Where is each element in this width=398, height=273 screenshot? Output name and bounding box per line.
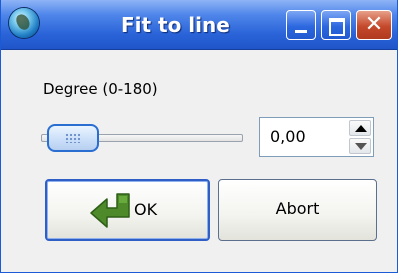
arrow-down-icon — [355, 143, 367, 150]
close-button[interactable]: ✕ — [356, 10, 392, 40]
degree-spinbox[interactable]: 0,00 — [259, 117, 374, 157]
close-icon: ✕ — [364, 12, 384, 37]
grip-icon — [65, 133, 81, 143]
spin-down-button[interactable] — [349, 138, 371, 154]
spin-up-button[interactable] — [349, 120, 371, 136]
minimize-button[interactable] — [286, 10, 316, 40]
window-title: Fit to line — [121, 13, 230, 37]
ok-button[interactable]: OK — [45, 179, 210, 241]
degree-label: Degree (0-180) — [43, 80, 158, 98]
degree-spinbox-value[interactable]: 0,00 — [270, 118, 306, 156]
maximize-button[interactable] — [321, 10, 351, 40]
abort-label: Abort — [275, 199, 320, 218]
green-return-arrow-icon — [90, 193, 130, 228]
abort-button[interactable]: Abort — [218, 179, 377, 241]
degree-slider[interactable] — [41, 120, 246, 156]
slider-handle[interactable] — [47, 124, 99, 152]
minimize-icon — [295, 30, 307, 33]
ok-label: OK — [134, 200, 158, 219]
fit-to-line-dialog: Fit to line ✕ Degree (0-180) 0,00 OK Abo… — [0, 0, 398, 273]
maximize-icon — [329, 18, 345, 36]
title-bar[interactable]: Fit to line ✕ — [1, 0, 397, 50]
spin-arrows — [349, 120, 371, 154]
arrow-up-icon — [355, 125, 367, 132]
globe-icon[interactable] — [9, 8, 39, 38]
